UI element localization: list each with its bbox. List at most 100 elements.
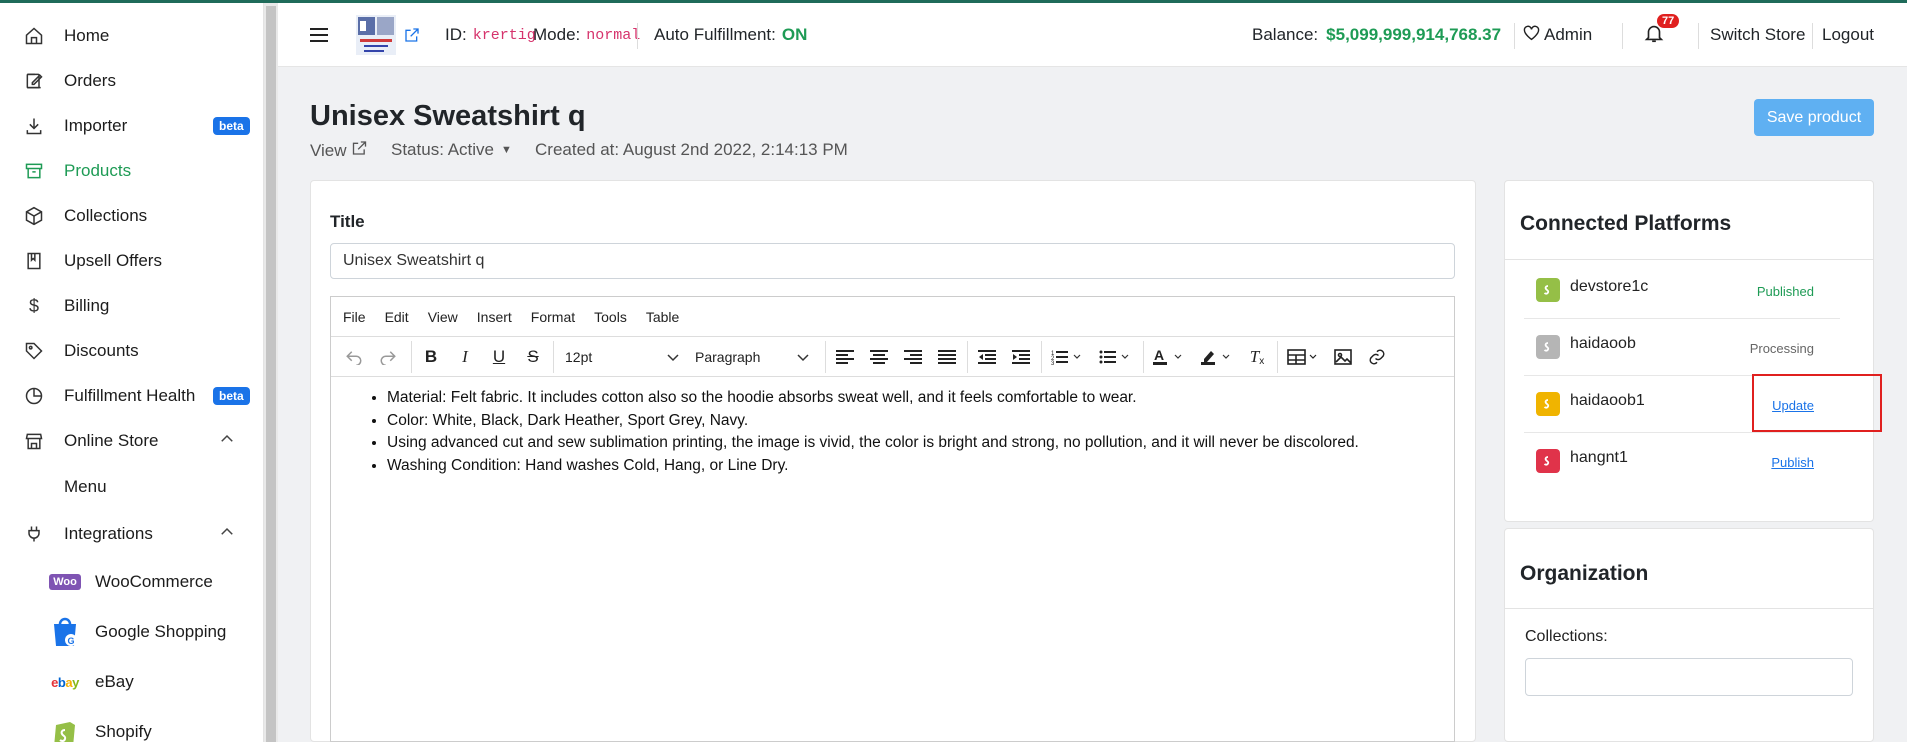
admin-menu[interactable]: Admin [1523,3,1592,67]
highlight-color-icon[interactable] [1197,343,1237,371]
heart-icon [1523,25,1540,46]
external-link-icon [351,140,368,161]
strikethrough-icon[interactable]: S [519,343,547,371]
publish-link[interactable]: Publish [1771,455,1814,470]
notification-count-badge: 77 [1657,14,1680,28]
editor-menu-file[interactable]: File [343,309,366,325]
sidebar-item-label: Discounts [64,341,139,360]
redo-icon[interactable] [375,343,401,371]
sidebar-item-label: Billing [64,296,110,315]
organization-title: Organization [1520,562,1649,585]
store-mode: Mode: normal [533,3,640,67]
chevron-up-icon[interactable] [218,430,236,453]
store-id: ID: krertig [445,3,536,67]
underline-icon[interactable]: U [485,343,513,371]
table-icon[interactable] [1283,343,1323,371]
switch-store-link[interactable]: Switch Store [1700,3,1815,67]
auto-fulfillment-label: Auto Fulfillment: [654,25,776,44]
sidebar-item-billing[interactable]: $ Billing [0,285,264,327]
highlight-box [1752,374,1882,432]
divider [1514,23,1515,49]
chevron-down-icon [797,349,809,365]
sidebar-subitem-menu[interactable]: Menu [0,465,264,509]
tag-icon [23,340,45,362]
sidebar-item-importer[interactable]: Importer beta [0,105,264,147]
align-left-icon[interactable] [831,343,859,371]
sidebar-item-online-store[interactable]: Online Store [0,420,264,462]
sidebar-item-fulfillment-health[interactable]: Fulfillment Health beta [0,375,264,417]
save-product-button[interactable]: Save product [1754,99,1874,136]
clear-formatting-icon[interactable]: Tx [1243,343,1271,371]
sidebar-item-label: Collections [64,206,148,225]
outdent-icon[interactable] [973,343,1001,371]
platform-status: Processing [1749,341,1814,356]
created-at-label: Created at: August 2nd 2022, 2:14:13 PM [535,140,848,159]
image-icon[interactable] [1329,343,1357,371]
sidebar-item-collections[interactable]: Collections [0,195,264,237]
editor-content[interactable]: Material: Felt fabric. It includes cotto… [331,377,1454,477]
shopify-logo [48,717,82,742]
sidebar-subitem-shopify[interactable]: Shopify [0,710,264,742]
ebay-logo: ebay [51,674,79,690]
editor-menu-tools[interactable]: Tools [594,309,627,325]
sidebar-scrollbar-thumb[interactable] [266,6,276,742]
external-link-icon[interactable] [404,3,420,67]
indent-icon[interactable] [1007,343,1035,371]
sidebar-subitem-label: Google Shopping [95,622,227,641]
logout-link[interactable]: Logout [1822,3,1874,67]
undo-icon[interactable] [341,343,367,371]
google-shopping-logo: G [48,617,82,647]
sidebar-subitem-google-shopping[interactable]: G Google Shopping [0,610,264,654]
sidebar-item-integrations[interactable]: Integrations [0,513,264,555]
font-size-value: 12pt [565,349,593,365]
sidebar-item-label: Orders [64,71,116,90]
align-center-icon[interactable] [865,343,893,371]
bold-icon[interactable]: B [417,343,445,371]
pie-chart-icon [23,385,45,407]
created-at: Created at: August 2nd 2022, 2:14:13 PM [535,140,848,160]
align-justify-icon[interactable] [933,343,961,371]
platform-status: Published [1756,284,1814,299]
sidebar-item-label: Importer [64,116,128,135]
italic-icon[interactable]: I [451,343,479,371]
sidebar-item-discounts[interactable]: Discounts [0,330,264,372]
notifications-button[interactable]: 77 [1643,3,1680,67]
text-color-icon[interactable]: A [1149,343,1189,371]
editor-menu-table[interactable]: Table [646,309,679,325]
svg-text:3: 3 [1051,361,1055,365]
sidebar-item-products[interactable]: Products [0,150,264,192]
sidebar-item-home[interactable]: Home [0,15,264,57]
list-item: Material: Felt fabric. It includes cotto… [387,387,1454,410]
align-right-icon[interactable] [899,343,927,371]
sidebar-item-label: Fulfillment Health [64,386,196,405]
bullet-list-icon[interactable] [1095,343,1135,371]
view-link[interactable]: View [310,140,368,161]
numbered-list-icon[interactable]: 123 [1047,343,1087,371]
auto-fulfillment: Auto Fulfillment: ON [654,3,807,67]
sidebar-item-label: Integrations [64,524,153,543]
sidebar-subitem-ebay[interactable]: ebay eBay [0,660,264,704]
platform-row: hangnt1 Publish [1524,433,1840,490]
hamburger-icon[interactable] [310,3,328,67]
editor-menu-format[interactable]: Format [531,309,575,325]
svg-text:A: A [1154,348,1164,363]
link-icon[interactable] [1363,343,1391,371]
platform-name: hangnt1 [1570,449,1628,466]
sidebar-item-orders[interactable]: Orders [0,60,264,102]
sidebar-subitem-woocommerce[interactable]: Woo WooCommerce [0,560,264,604]
font-size-select[interactable]: 12pt [565,343,685,371]
block-format-select[interactable]: Paragraph [695,343,815,371]
platform-name: haidaoob [1570,335,1636,352]
chevron-up-icon[interactable] [218,523,236,546]
title-label: Title [330,212,365,231]
editor-menu-view[interactable]: View [428,309,458,325]
status-dropdown[interactable]: Status: Active ▼ [391,140,512,160]
store-thumbnail[interactable] [356,3,396,67]
auto-fulfillment-value: ON [781,25,808,44]
sidebar-item-upsell-offers[interactable]: Upsell Offers [0,240,264,282]
editor-menu-insert[interactable]: Insert [477,309,512,325]
page-title: Unisex Sweatshirt q [310,100,586,132]
editor-menu-edit[interactable]: Edit [385,309,409,325]
title-input[interactable]: Unisex Sweatshirt q [330,243,1455,279]
collections-input[interactable] [1525,658,1853,696]
